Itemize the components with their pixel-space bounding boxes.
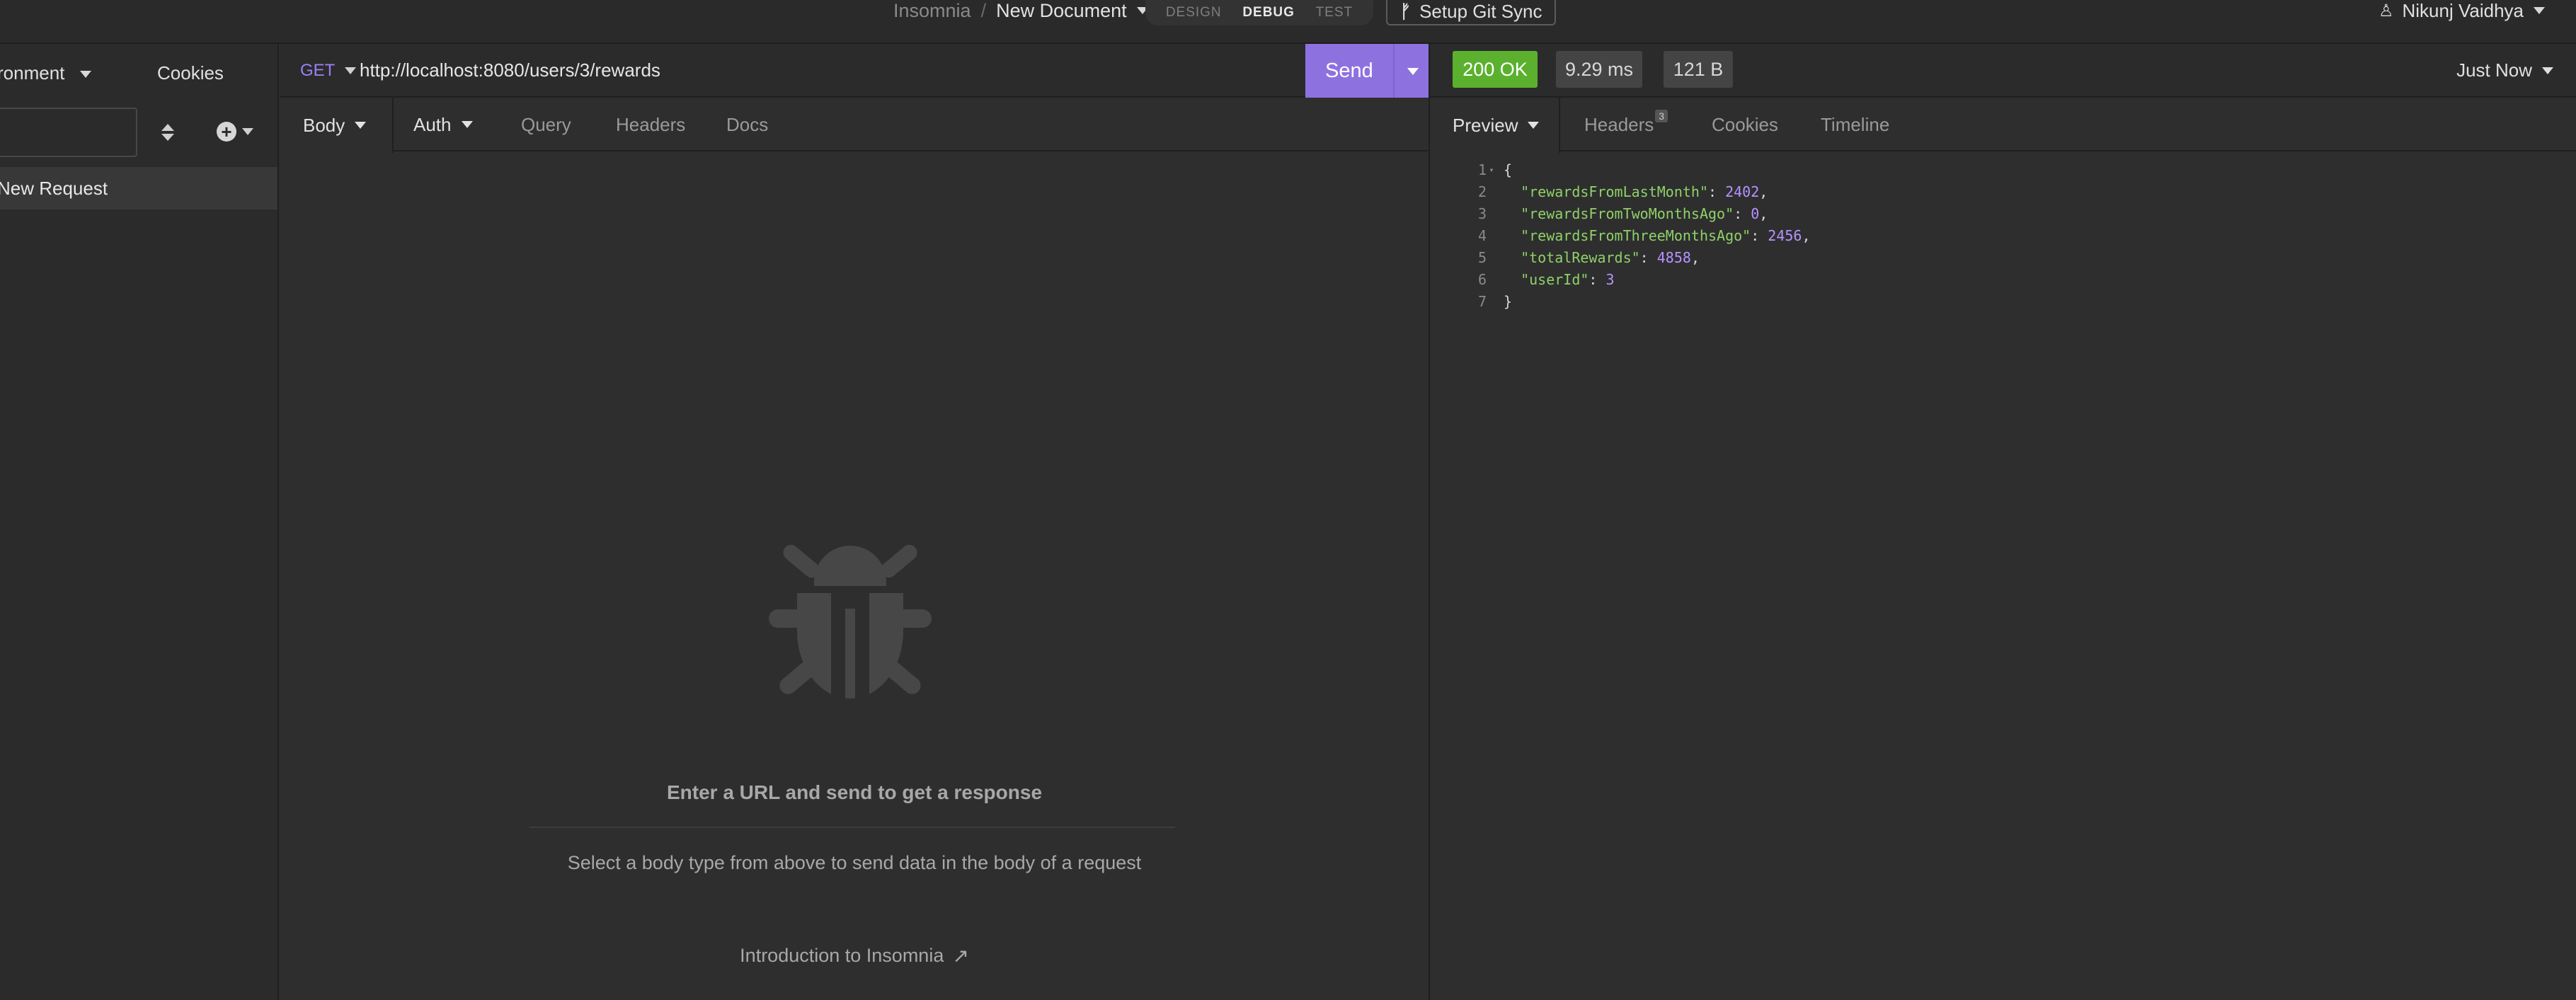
user-menu[interactable]: ♙ Nikunj Vaidhya [2378,0,2545,21]
code-line: 7 } [1477,292,1513,310]
method-chevron-down-icon [345,67,357,74]
external-link-icon: ↗ [952,945,969,967]
response-history-dropdown[interactable]: Just Now [2456,59,2553,81]
app-name[interactable]: Insomnia [893,0,971,22]
tab-auth-label: Auth [413,113,452,135]
mode-switcher: DESIGN DEBUG TEST [1145,0,1373,25]
preview-chevron-down-icon [1528,122,1540,129]
response-pane: 200 OK 9.29 ms 121 B Just Now Preview He… [1429,44,2576,1000]
tab-timeline[interactable]: Timeline [1821,98,1889,151]
history-chevron-down-icon [2542,67,2553,74]
setup-git-sync-button[interactable]: ᚠ Setup Git Sync [1386,0,1556,25]
intro-to-insomnia-link[interactable]: Introduction to Insomnia ↗ [280,944,1429,967]
mode-test-tab[interactable]: TEST [1316,5,1353,21]
method-selector[interactable]: GET [300,61,357,81]
tab-response-cookies[interactable]: Cookies [1712,98,1778,151]
tab-body-label: Body [303,114,345,136]
auth-chevron-down-icon [461,121,473,128]
user-name: Nikunj Vaidhya [2402,0,2524,21]
empty-state-title: Enter a URL and send to get a response [666,781,1043,803]
response-tabs: Preview Headers 3 Cookies Timeline [1430,98,2576,153]
sidebar-item-label: New Request [0,177,108,199]
response-size-badge: 121 B [1664,51,1733,88]
tab-query[interactable]: Query [521,98,571,151]
empty-state-subtitle: Select a body type from above to send da… [567,852,1142,873]
divider [529,827,1175,828]
user-icon: ♙ [2378,1,2394,21]
request-tabs: Body Auth Query Headers Docs [280,98,1429,153]
git-branch-icon: ᚠ [1399,0,1412,22]
fold-chevron-down-icon[interactable]: ▾ [1487,165,1496,175]
tab-preview[interactable]: Preview [1430,98,1560,153]
environment-selector[interactable]: ronment [0,62,91,84]
document-name[interactable]: New Document [996,0,1127,22]
code-line: 1 ▾ { [1477,161,1513,178]
top-bar: Insomnia / New Document DESIGN DEBUG TES… [0,0,2576,44]
send-button[interactable]: Send [1305,44,1429,98]
code-line: 4 "rewardsFromThreeMonthsAgo": 2456, [1477,226,1811,244]
method-label: GET [300,61,336,80]
intro-link-label: Introduction to Insomnia [740,945,944,966]
add-chevron-down-icon [242,128,253,135]
breadcrumb-separator: / [980,0,987,21]
filter-input[interactable] [0,108,137,157]
status-badge: 200 OK [1453,51,1538,88]
request-pane: GET http://localhost:8080/users/3/reward… [280,44,1429,1000]
code-line: 5 "totalRewards": 4858, [1477,248,1700,266]
headers-count-badge: 3 [1655,110,1668,122]
response-body-viewer[interactable]: 1 ▾ { 2 "rewardsFromLastMonth": 2402, 3 … [1430,159,2576,312]
tab-response-headers-label: Headers [1584,113,1654,135]
sidebar: ronment Cookies + New Request [0,44,279,1000]
code-line: 3 "rewardsFromTwoMonthsAgo": 0, [1477,205,1768,222]
plus-circle-icon: + [217,122,236,142]
tab-docs[interactable]: Docs [726,98,768,151]
tab-response-headers[interactable]: Headers 3 [1584,98,1668,151]
git-sync-label: Setup Git Sync [1419,0,1542,22]
environment-label: ronment [0,62,65,84]
sort-icon[interactable] [157,115,178,150]
body-chevron-down-icon [355,122,367,129]
response-status-bar: 200 OK 9.29 ms 121 B Just Now [1430,44,2576,98]
code-line: 2 "rewardsFromLastMonth": 2402, [1477,183,1768,200]
url-input[interactable]: http://localhost:8080/users/3/rewards [360,59,660,81]
breadcrumb: Insomnia / New Document [893,0,1148,21]
environment-chevron-down-icon [79,71,91,79]
send-label: Send [1325,59,1373,82]
history-label: Just Now [2456,59,2532,81]
tab-body[interactable]: Body [280,98,394,153]
insomnia-window: Insomnia / New Document DESIGN DEBUG TES… [0,0,2576,1000]
code-line: 6 "userId": 3 [1477,270,1615,288]
mode-debug-tab[interactable]: DEBUG [1242,5,1295,21]
tab-auth[interactable]: Auth [413,98,473,151]
user-menu-chevron-down-icon [2534,7,2545,14]
send-options-chevron-down-icon[interactable] [1407,68,1419,75]
add-request-button[interactable]: + [217,119,253,144]
response-time-badge: 9.29 ms [1556,51,1642,88]
sidebar-item-new-request[interactable]: New Request [0,167,277,209]
cookies-button[interactable]: Cookies [157,62,224,84]
mode-design-tab[interactable]: DESIGN [1166,5,1222,21]
tab-headers[interactable]: Headers [616,98,685,151]
url-bar: GET http://localhost:8080/users/3/reward… [280,44,1429,98]
bug-icon [769,544,932,702]
sidebar-header: ronment Cookies [0,44,279,98]
tab-preview-label: Preview [1453,114,1518,136]
